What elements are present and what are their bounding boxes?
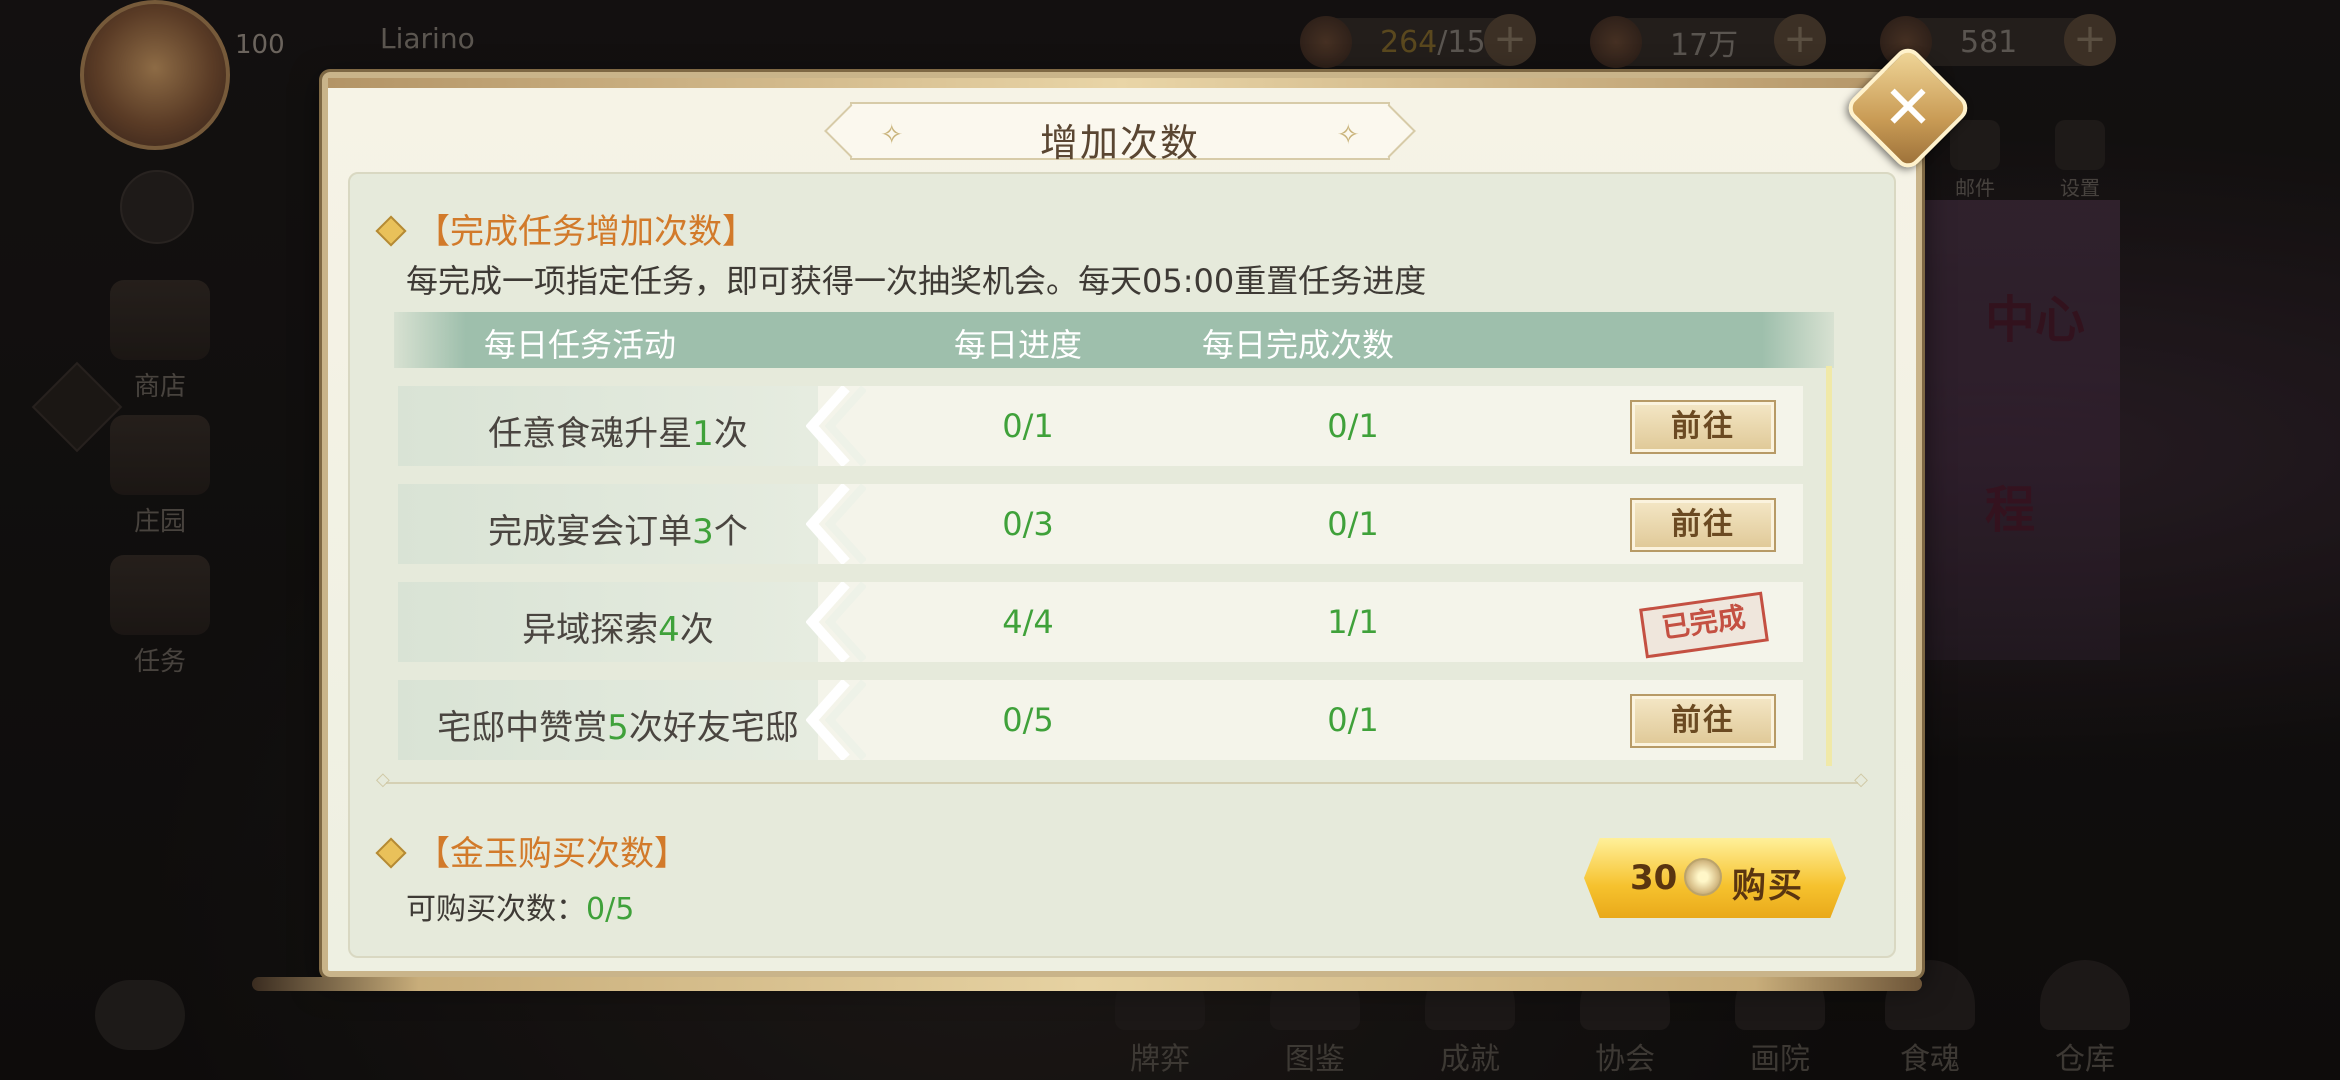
task-progress: 0/5: [1002, 701, 1054, 739]
task-progress: 0/3: [1002, 505, 1054, 543]
close-icon[interactable]: ✕: [1872, 72, 1944, 144]
task-completions: 1/1: [1327, 603, 1379, 641]
col-completions: 每日完成次数: [1202, 326, 1395, 364]
task-name: 异域探索4次: [522, 610, 714, 650]
jade-coin-icon: [1684, 858, 1722, 896]
dialog-bottom-rail: [252, 977, 1922, 991]
buy-button[interactable]: 30 购买: [1584, 838, 1846, 918]
scrollbar[interactable]: [1826, 366, 1832, 766]
col-task: 每日任务活动: [484, 326, 677, 364]
goto-button[interactable]: 前往: [1630, 498, 1776, 552]
task-completions: 0/1: [1327, 701, 1379, 739]
task-completions: 0/1: [1327, 407, 1379, 445]
dialog-content: 【完成任务增加次数】 每完成一项指定任务，即可获得一次抽奖机会。每天05:00重…: [348, 172, 1896, 958]
task-description: 每完成一项指定任务，即可获得一次抽奖机会。每天05:00重置任务进度: [406, 262, 1427, 300]
task-section-header: 【完成任务增加次数】: [375, 204, 756, 253]
title-plate: ✧ 增加次数 ✧: [850, 102, 1390, 165]
task-name: 宅邸中赞赏5次好友宅邸: [437, 708, 799, 748]
table-row: 宅邸中赞赏5次好友宅邸 0/5 0/1 前往: [398, 680, 1803, 760]
task-table-header: 每日任务活动 每日进度 每日完成次数: [394, 312, 1834, 368]
task-progress: 4/4: [1002, 603, 1054, 641]
task-completions: 0/1: [1327, 505, 1379, 543]
goto-button[interactable]: 前往: [1630, 400, 1776, 454]
table-row: 完成宴会订单3个 0/3 0/1 前往: [398, 484, 1803, 564]
diamond-bullet-icon: [375, 836, 407, 869]
section-divider: [376, 769, 1868, 790]
task-name: 完成宴会订单3个: [488, 512, 748, 552]
diamond-bullet-icon: [375, 214, 407, 247]
task-progress: 0/1: [1002, 407, 1054, 445]
buy-remaining: 可购买次数：0/5: [406, 892, 635, 927]
buy-label: 购买: [1732, 866, 1804, 906]
table-row: 任意食魂升星1次 0/1 0/1 前往: [398, 386, 1803, 466]
buy-cost: 30: [1630, 858, 1678, 898]
dialog-title: 增加次数: [1039, 121, 1200, 165]
add-attempts-dialog: ✧ 增加次数 ✧ ✕ 【完成任务增加次数】 每完成一项指定任务，即可获得一次抽奖…: [252, 42, 1974, 991]
col-progress: 每日进度: [954, 326, 1083, 364]
completed-stamp: 已完成: [1639, 591, 1769, 659]
task-name: 任意食魂升星1次: [488, 414, 748, 454]
table-row: 异域探索4次 4/4 1/1 已完成: [398, 582, 1803, 662]
goto-button[interactable]: 前往: [1630, 694, 1776, 748]
buy-section-header: 【金玉购买次数】: [375, 826, 688, 875]
sparkle-icon: ✧: [1336, 118, 1360, 151]
